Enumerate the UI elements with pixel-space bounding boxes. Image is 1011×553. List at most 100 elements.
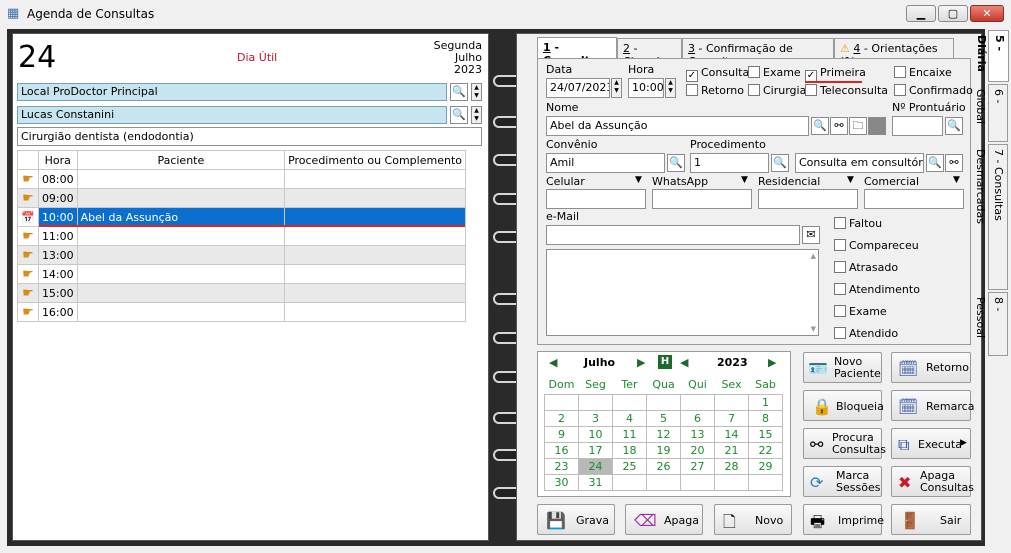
date-field[interactable]: 24/07/2023 bbox=[546, 78, 610, 98]
calendar-day[interactable]: 12 bbox=[646, 425, 681, 443]
calendar-day[interactable]: 28 bbox=[714, 457, 749, 475]
today-button[interactable]: H bbox=[658, 355, 672, 369]
checkbox-confirmado[interactable]: Confirmado bbox=[894, 84, 973, 97]
search-icon[interactable]: 🔍 bbox=[945, 117, 963, 135]
calendar-day[interactable]: 23 bbox=[544, 457, 579, 475]
table-row[interactable]: ☛ 13:00 bbox=[17, 245, 466, 265]
time-field[interactable]: 10:00 bbox=[628, 78, 664, 98]
calendar-day[interactable]: 19 bbox=[646, 441, 681, 459]
calendar-day[interactable] bbox=[578, 393, 613, 411]
notes-textarea[interactable]: ▲ ▼ bbox=[546, 249, 819, 336]
calendar-day[interactable]: 5 bbox=[646, 409, 681, 427]
table-row[interactable]: ☛ 11:00 bbox=[17, 226, 466, 246]
calendar-day[interactable] bbox=[680, 393, 715, 411]
imprime-button[interactable]: 🖶 Imprime bbox=[803, 504, 884, 535]
chevron-down-icon[interactable]: ▼ bbox=[635, 175, 642, 185]
scroll-down-icon[interactable]: ▼ bbox=[811, 325, 816, 333]
checkbox-encaixe[interactable]: Encaixe bbox=[894, 66, 952, 79]
email-field[interactable] bbox=[546, 225, 800, 245]
calendar-day[interactable]: 21 bbox=[714, 441, 749, 459]
column-header[interactable]: Procedimento ou Complemento bbox=[284, 150, 466, 170]
calendar-day[interactable]: 10 bbox=[578, 425, 613, 443]
calendar-day[interactable]: 26 bbox=[646, 457, 681, 475]
search-icon[interactable]: 🔍 bbox=[811, 117, 829, 135]
search-icon[interactable]: 🔍 bbox=[667, 154, 685, 172]
table-row[interactable]: ☛ 14:00 bbox=[17, 264, 466, 284]
chevron-down-icon[interactable]: ▼ bbox=[847, 175, 854, 185]
calendar-day[interactable] bbox=[680, 473, 715, 491]
procedimento-desc-field[interactable]: Consulta em consultório (r bbox=[795, 153, 924, 173]
calendar-day[interactable]: 1 bbox=[748, 393, 783, 411]
novo-button[interactable]: 🗋 Novo bbox=[714, 504, 792, 535]
procedimento-field[interactable]: 1 bbox=[690, 153, 769, 173]
executa-button[interactable]: ⧉ Executa ▶ bbox=[891, 428, 971, 459]
email-send-icon[interactable]: ✉ bbox=[802, 226, 820, 244]
checkbox-teleconsulta[interactable]: Teleconsulta bbox=[805, 84, 888, 97]
close-button[interactable]: ✕ bbox=[970, 5, 1004, 22]
search-icon[interactable]: 🔍 bbox=[450, 83, 468, 101]
comercial-field[interactable] bbox=[864, 189, 964, 209]
calendar-day[interactable]: 18 bbox=[612, 441, 647, 459]
checkbox-exame-status[interactable]: Exame bbox=[834, 301, 920, 323]
whatsapp-field[interactable] bbox=[652, 189, 752, 209]
table-row[interactable]: ☛ 15:00 bbox=[17, 283, 466, 303]
residencial-field[interactable] bbox=[758, 189, 858, 209]
tab-confirmacao[interactable]: 3 - Confirmação de Consultas bbox=[682, 38, 834, 68]
checkbox-exame[interactable]: Exame bbox=[748, 66, 801, 79]
checkbox-primeira[interactable]: ✓ Primeira bbox=[805, 66, 866, 82]
chevron-down-icon[interactable]: ▼ bbox=[953, 175, 960, 185]
checkbox-consulta[interactable]: ✓ Consulta bbox=[686, 66, 749, 82]
column-header[interactable]: Hora bbox=[37, 150, 78, 170]
calendar-day[interactable]: 16 bbox=[544, 441, 579, 459]
search-icon[interactable]: 🔍 bbox=[771, 154, 789, 172]
next-month-icon[interactable]: ▶ bbox=[637, 356, 645, 369]
date-spinner[interactable]: ▲ ▼ bbox=[611, 78, 622, 98]
prontuario-field[interactable] bbox=[892, 116, 943, 136]
calendar-day[interactable]: 9 bbox=[544, 425, 579, 443]
checkbox-atrasado[interactable]: Atrasado bbox=[834, 257, 920, 279]
side-tab-global[interactable]: 6 - Global bbox=[974, 84, 1008, 142]
tab-cirurgia[interactable]: 2 - Cirurgia bbox=[617, 38, 682, 68]
checkbox-faltou[interactable]: Faltou bbox=[834, 213, 920, 235]
calendar-day[interactable]: 11 bbox=[612, 425, 647, 443]
apaga-consultas-button[interactable]: ✖ Apaga Consultas bbox=[891, 466, 974, 497]
tab-consulta[interactable]: 1 - Consulta bbox=[537, 37, 617, 67]
bloqueia-button[interactable]: 🔒 Bloqueia bbox=[803, 390, 884, 421]
professional-field[interactable]: Lucas Constanini bbox=[17, 106, 447, 124]
marca-sessoes-button[interactable]: ⟳ Marca Sessões bbox=[803, 466, 882, 497]
table-row[interactable]: ☛ 09:00 bbox=[17, 188, 466, 208]
sair-button[interactable]: 🚪 Sair bbox=[891, 504, 971, 535]
chevron-down-icon[interactable]: ▼ bbox=[741, 175, 748, 185]
calendar-day[interactable]: 15 bbox=[748, 425, 783, 443]
convenio-field[interactable]: Amil bbox=[546, 153, 665, 173]
minimize-button[interactable]: ▁ bbox=[906, 5, 936, 22]
local-field[interactable]: Local ProDoctor Principal bbox=[17, 83, 447, 101]
calendar-day[interactable]: 25 bbox=[612, 457, 647, 475]
table-row[interactable]: 📅 10:00 Abel da Assunção bbox=[17, 207, 466, 227]
calendar-day[interactable]: 6 bbox=[680, 409, 715, 427]
procura-consultas-button[interactable]: ⚯ Procura Consultas bbox=[803, 428, 886, 459]
checkbox-cirurgia[interactable]: Cirurgia bbox=[748, 84, 806, 97]
calendar-day[interactable]: 4 bbox=[612, 409, 647, 427]
folder-icon[interactable]: 🗀 bbox=[849, 117, 867, 135]
side-tab-desmarcadas[interactable]: 7 - Consultas Desmarcadas bbox=[974, 144, 1008, 290]
calendar-day[interactable] bbox=[646, 473, 681, 491]
column-header[interactable]: Paciente bbox=[76, 150, 286, 170]
calendar-day[interactable]: 13 bbox=[680, 425, 715, 443]
calendar-day[interactable]: 8 bbox=[748, 409, 783, 427]
search-icon[interactable]: 🔍 bbox=[450, 106, 468, 124]
calendar-day[interactable]: 22 bbox=[748, 441, 783, 459]
checkbox-retorno[interactable]: Retorno bbox=[686, 84, 744, 97]
calendar-day[interactable]: 29 bbox=[748, 457, 783, 475]
binoculars-icon[interactable]: ⚯ bbox=[830, 117, 848, 135]
novo-paciente-button[interactable]: 🪪 Novo Paciente bbox=[803, 352, 882, 383]
checkbox-atendido[interactable]: Atendido bbox=[834, 323, 920, 345]
time-spinner[interactable]: ▲ ▼ bbox=[665, 78, 676, 98]
prev-month-icon[interactable]: ◀ bbox=[549, 356, 557, 369]
tab-orientacoes[interactable]: ⚠ 4 - Orientações (1) bbox=[834, 38, 954, 68]
checkbox-atendimento[interactable]: Atendimento bbox=[834, 279, 920, 301]
local-spinner[interactable]: ▲ ▼ bbox=[471, 83, 482, 101]
retorno-button[interactable]: 🗓 Retorno bbox=[891, 352, 971, 383]
next-year-icon[interactable]: ▶ bbox=[768, 356, 776, 369]
calendar-day[interactable] bbox=[612, 393, 647, 411]
